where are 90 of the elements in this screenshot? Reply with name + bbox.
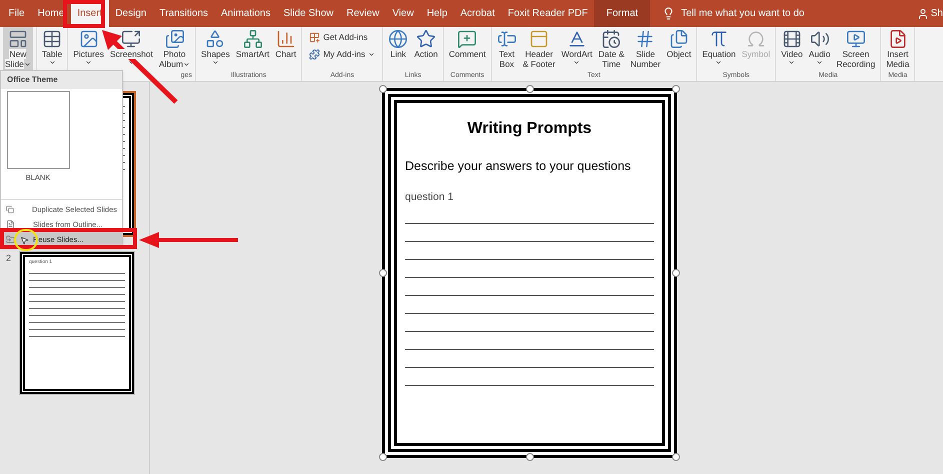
ribbon-button[interactable]: Comment xyxy=(446,27,488,71)
caret-icon xyxy=(128,59,135,66)
resize-handle[interactable] xyxy=(379,85,387,93)
globe-link-icon xyxy=(388,29,408,49)
caret-icon xyxy=(85,59,92,66)
table-icon xyxy=(42,29,62,49)
object-icon xyxy=(668,29,689,49)
shapes-icon xyxy=(205,29,226,49)
header-footer-icon xyxy=(529,29,550,49)
ribbon-tab[interactable]: Transitions xyxy=(152,0,215,27)
ribbon-button[interactable]: Object xyxy=(664,27,694,71)
ribbon-button[interactable]: Insert Media xyxy=(884,27,912,71)
user-icon xyxy=(916,8,929,20)
ribbon-tab[interactable]: Foxit Reader PDF xyxy=(501,0,594,27)
media-file-icon xyxy=(888,29,908,49)
ribbon-tab[interactable]: Slide Show xyxy=(276,0,340,27)
slide-subtitle: Describe your answers to your questions xyxy=(405,158,632,175)
caret-icon xyxy=(48,59,56,66)
ribbon-button[interactable]: Header & Footer xyxy=(520,27,558,71)
film-icon xyxy=(782,29,802,49)
caret-icon xyxy=(816,59,824,66)
puzzle-icon xyxy=(309,48,320,60)
share-label[interactable]: Sh xyxy=(930,6,943,21)
ribbon-button[interactable]: Chart xyxy=(273,27,298,71)
slide-layout-icon xyxy=(8,29,28,49)
text-box-icon xyxy=(496,29,517,49)
tell-me-field[interactable]: Tell me what you want to do xyxy=(681,6,882,21)
ribbon-button[interactable]: Slide Number xyxy=(628,27,663,71)
ribbon-button[interactable]: Link xyxy=(386,27,410,71)
resize-handle[interactable] xyxy=(526,453,534,461)
menu-header: Office Theme xyxy=(1,71,122,89)
slide-frame[interactable]: Writing Prompts Describe your answers to your questions question 1 xyxy=(382,88,677,458)
bar-chart-icon xyxy=(276,29,296,49)
ribbon-button[interactable]: Date & Time xyxy=(596,27,626,71)
speaker-icon xyxy=(810,29,830,49)
question-label: question 1 xyxy=(405,190,454,205)
caret-icon xyxy=(212,59,219,66)
duplicate-icon xyxy=(6,205,14,214)
resize-handle[interactable] xyxy=(672,453,680,461)
ribbon-button[interactable]: Audio xyxy=(806,27,832,71)
star-icon xyxy=(416,29,436,49)
ribbon-button[interactable]: Text Box xyxy=(494,27,519,71)
ribbon-button[interactable]: SmartArt xyxy=(234,27,272,71)
reuse-icon xyxy=(6,235,15,244)
screen-recording-icon xyxy=(846,29,866,49)
add-grid-icon xyxy=(309,32,320,43)
ribbon-button[interactable]: Shapes xyxy=(199,27,232,71)
slide-number: 2 xyxy=(6,252,12,265)
add-ins-button[interactable]: My Add-ins xyxy=(309,48,376,60)
ribbon-button[interactable]: WordArt xyxy=(559,27,594,71)
omega-icon xyxy=(746,29,766,49)
slide-title: Writing Prompts xyxy=(466,119,593,139)
resize-handle[interactable] xyxy=(379,269,387,277)
pi-icon xyxy=(708,29,729,49)
ribbon-tab[interactable]: Acrobat xyxy=(454,0,502,27)
ribbon-tab[interactable]: View xyxy=(386,0,420,27)
caret-icon xyxy=(573,59,580,66)
add-ins-button[interactable]: Get Add-ins xyxy=(309,31,376,44)
caret-icon xyxy=(24,60,31,68)
diagram-icon xyxy=(242,29,263,49)
ribbon-tab[interactable]: Format xyxy=(594,0,650,27)
resize-handle[interactable] xyxy=(379,453,387,461)
lightbulb-icon xyxy=(662,7,676,20)
ribbon-tab[interactable]: Home xyxy=(31,0,71,27)
ribbon-button[interactable]: Action xyxy=(412,27,440,71)
ribbon-button[interactable]: Screen Recording xyxy=(834,27,878,71)
calendar-clock-icon xyxy=(601,29,622,49)
resize-handle[interactable] xyxy=(526,85,534,93)
ribbon-tab[interactable]: Help xyxy=(420,0,454,27)
resize-handle[interactable] xyxy=(672,85,680,93)
caret-icon xyxy=(368,50,376,58)
caret-icon xyxy=(788,59,796,66)
wordart-icon xyxy=(566,29,587,49)
photo-album-icon xyxy=(164,29,184,49)
comment-icon xyxy=(457,29,478,49)
ribbon-tab[interactable]: Review xyxy=(340,0,386,27)
ribbon-button[interactable]: Photo Album xyxy=(156,27,192,71)
highlight-frame xyxy=(63,0,105,28)
ribbon-tab[interactable]: Animations xyxy=(214,0,277,27)
outline-icon xyxy=(6,220,15,229)
ribbon-tab[interactable]: Design xyxy=(108,0,153,27)
caret-icon xyxy=(183,60,190,68)
ribbon-button[interactable]: Equation xyxy=(700,27,738,71)
ribbon-button[interactable]: Video xyxy=(779,27,805,71)
cursor-icon xyxy=(20,236,29,245)
screen-icon xyxy=(121,29,142,49)
resize-handle[interactable] xyxy=(672,269,680,277)
ribbon-tab[interactable]: File xyxy=(2,0,32,27)
caret-icon xyxy=(715,59,722,66)
picture-icon xyxy=(78,29,99,49)
